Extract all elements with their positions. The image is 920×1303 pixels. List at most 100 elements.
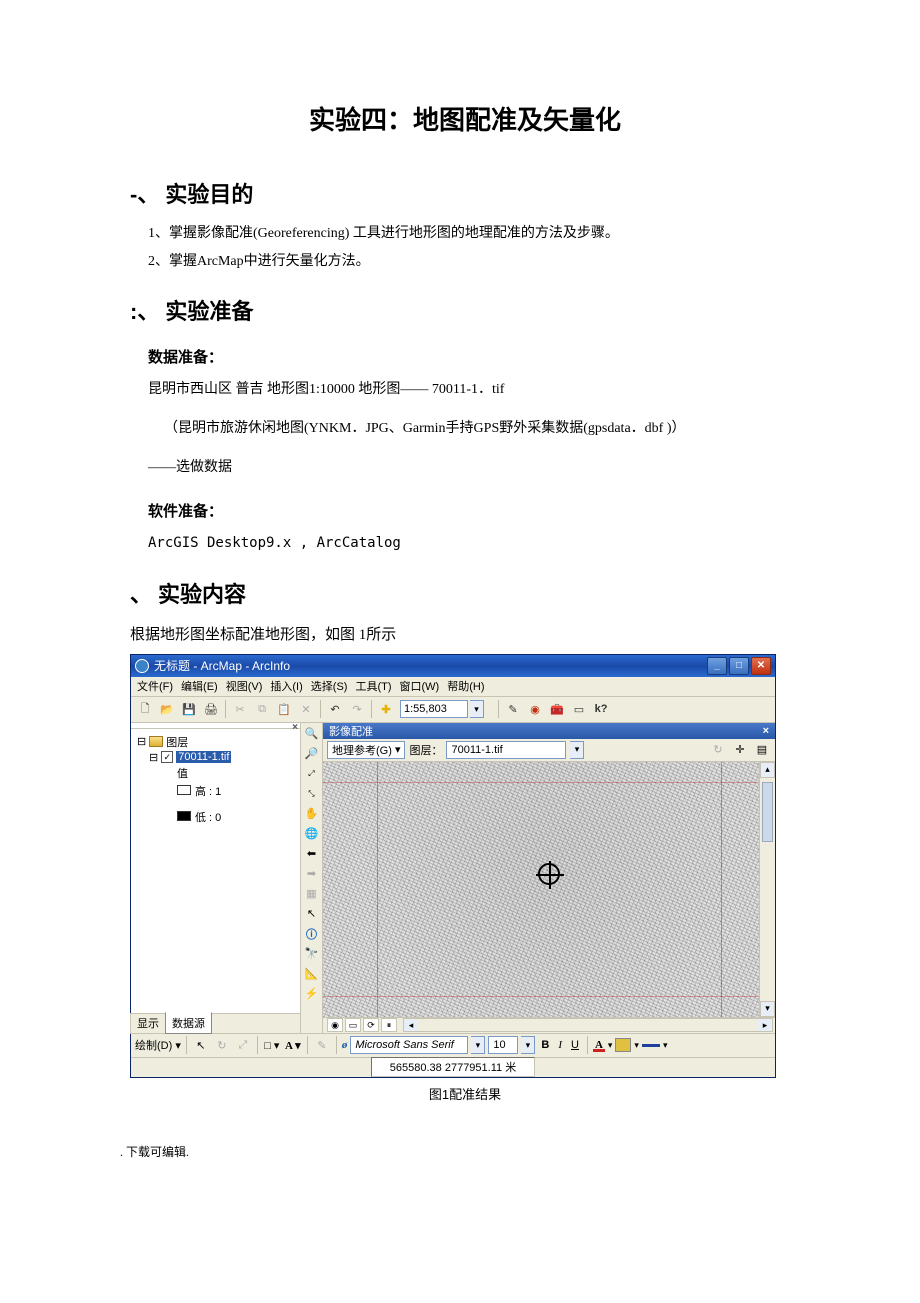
tree-collapse-icon[interactable]: ⊟ bbox=[149, 751, 158, 764]
cut-icon[interactable]: ✂ bbox=[230, 699, 250, 719]
pause-draw-icon[interactable]: ⏸ bbox=[381, 1018, 397, 1032]
toc-layer-row[interactable]: ⊟ ✓ 70011-1.tif bbox=[149, 751, 294, 764]
georef-bar-title: 影像配准 bbox=[329, 723, 373, 739]
size-dropdown-icon[interactable]: ▾ bbox=[521, 1036, 535, 1054]
menu-help[interactable]: 帮助(H) bbox=[447, 678, 484, 694]
map-viewport[interactable]: ▴ ▾ bbox=[323, 761, 775, 1017]
save-icon[interactable]: 💾 bbox=[179, 699, 199, 719]
redo-icon[interactable]: ↷ bbox=[347, 699, 367, 719]
menu-window[interactable]: 窗口(W) bbox=[400, 678, 440, 694]
font-dropdown-icon[interactable]: ▾ bbox=[471, 1036, 485, 1054]
fixed-zoom-out-icon[interactable]: ⤡ bbox=[303, 785, 321, 803]
new-text-icon[interactable]: A ▾ bbox=[284, 1036, 302, 1054]
menu-insert[interactable]: 插入(I) bbox=[270, 678, 302, 694]
menu-view[interactable]: 视图(V) bbox=[226, 678, 263, 694]
font-color-dropdown-icon[interactable]: ▾ bbox=[608, 1040, 613, 1051]
font-color-button[interactable]: A bbox=[593, 1039, 605, 1051]
data-prep-heading: 数据准备： bbox=[148, 346, 800, 367]
close-button[interactable]: ✕ bbox=[751, 657, 771, 675]
menu-tools[interactable]: 工具(T) bbox=[355, 678, 391, 694]
copy-icon[interactable]: ⧉ bbox=[252, 699, 272, 719]
add-data-icon[interactable]: ✚ bbox=[376, 699, 396, 719]
command-line-icon[interactable]: ▭ bbox=[569, 699, 589, 719]
high-swatch bbox=[177, 785, 191, 795]
rotate-icon[interactable]: ↻ bbox=[709, 741, 727, 759]
scroll-left-icon[interactable]: ◂ bbox=[404, 1019, 418, 1031]
toc-tab-source[interactable]: 数据源 bbox=[165, 1012, 212, 1034]
rotate-element-icon[interactable]: ↻ bbox=[213, 1036, 231, 1054]
vertical-scrollbar[interactable]: ▴ ▾ bbox=[759, 762, 775, 1017]
undo-icon[interactable]: ↶ bbox=[325, 699, 345, 719]
new-rectangle-icon[interactable]: □ ▾ bbox=[263, 1036, 281, 1054]
font-combo[interactable]: Microsoft Sans Serif bbox=[350, 1036, 468, 1054]
pan-icon[interactable]: ✋ bbox=[303, 805, 321, 823]
identify-icon[interactable]: ⓘ bbox=[303, 925, 321, 943]
line-color-button[interactable] bbox=[642, 1044, 660, 1047]
map-center-marker-icon bbox=[538, 863, 560, 885]
line-color-dropdown-icon[interactable]: ▾ bbox=[663, 1040, 668, 1051]
scroll-down-icon[interactable]: ▾ bbox=[760, 1001, 775, 1017]
help-icon[interactable]: k? bbox=[591, 699, 611, 719]
menu-select[interactable]: 选择(S) bbox=[311, 678, 348, 694]
scroll-up-icon[interactable]: ▴ bbox=[760, 762, 775, 778]
toc-tabs: 显示 数据源 bbox=[131, 1013, 300, 1033]
drawing-menu[interactable]: 绘制(D) ▾ bbox=[135, 1037, 181, 1053]
window-title-bar[interactable]: 无标题 - ArcMap - ArcInfo _ □ ✕ bbox=[131, 655, 775, 677]
arccatalog-icon[interactable]: ◉ bbox=[525, 699, 545, 719]
georef-layer-combo[interactable]: 70011-1.tif bbox=[446, 741, 566, 759]
measure-icon[interactable]: 📐 bbox=[303, 965, 321, 983]
layer-visibility-checkbox[interactable]: ✓ bbox=[161, 751, 173, 763]
arcmap-window: 无标题 - ArcMap - ArcInfo _ □ ✕ 文件(F) 编辑(E)… bbox=[130, 654, 776, 1078]
toc-tab-display[interactable]: 显示 bbox=[130, 1013, 166, 1034]
find-icon[interactable]: 🔭 bbox=[303, 945, 321, 963]
editor-toolbar-icon[interactable]: ✎ bbox=[503, 699, 523, 719]
zoom-in-icon[interactable]: 🔍 bbox=[303, 725, 321, 743]
prev-extent-icon[interactable]: ⬅ bbox=[303, 845, 321, 863]
georeferencing-toolbar: 地理参考(G) ▾ 图层： 70011-1.tif ▾ ↻ ✛ ▤ bbox=[323, 739, 775, 761]
select-features-icon[interactable]: ▦ bbox=[303, 885, 321, 903]
print-icon[interactable]: 🖨 bbox=[201, 699, 221, 719]
scale-dropdown-icon[interactable]: ▾ bbox=[470, 700, 484, 718]
full-extent-icon[interactable]: 🌐 bbox=[303, 825, 321, 843]
scroll-right-icon[interactable]: ▸ bbox=[758, 1019, 772, 1031]
refresh-icon[interactable]: ⟳ bbox=[363, 1018, 379, 1032]
horizontal-scrollbar[interactable]: ◂ ▸ bbox=[403, 1018, 773, 1032]
font-size-combo[interactable]: 10 bbox=[488, 1036, 518, 1054]
edit-vertices-icon[interactable]: ✎ bbox=[313, 1036, 331, 1054]
delete-icon[interactable]: ✕ bbox=[296, 699, 316, 719]
paste-icon[interactable]: 📋 bbox=[274, 699, 294, 719]
new-doc-icon[interactable]: 🗋 bbox=[135, 699, 155, 719]
toc-high-row: 高 : 1 bbox=[177, 783, 294, 799]
georef-menu-button[interactable]: 地理参考(G) ▾ bbox=[327, 741, 405, 759]
georef-close-icon[interactable]: × bbox=[763, 725, 769, 737]
maximize-button[interactable]: □ bbox=[729, 657, 749, 675]
layout-view-icon[interactable]: ▭ bbox=[345, 1018, 361, 1032]
underline-button[interactable]: U bbox=[568, 1039, 582, 1051]
menu-edit[interactable]: 编辑(E) bbox=[181, 678, 218, 694]
toc-close-icon[interactable]: × bbox=[292, 722, 298, 733]
zoom-out-icon[interactable]: 🔎 bbox=[303, 745, 321, 763]
tree-collapse-icon[interactable]: ⊟ bbox=[137, 735, 146, 748]
fixed-zoom-in-icon[interactable]: ⤢ bbox=[303, 765, 321, 783]
data-view-icon[interactable]: ◉ bbox=[327, 1018, 343, 1032]
bold-button[interactable]: B bbox=[538, 1039, 552, 1051]
open-icon[interactable]: 📂 bbox=[157, 699, 177, 719]
toc-root-row[interactable]: ⊟ 图层 bbox=[137, 734, 294, 750]
arctoolbox-icon[interactable]: 🧰 bbox=[547, 699, 567, 719]
select-elements-icon[interactable]: ↖ bbox=[192, 1036, 210, 1054]
add-control-points-icon[interactable]: ✛ bbox=[731, 741, 749, 759]
view-link-table-icon[interactable]: ▤ bbox=[753, 741, 771, 759]
minimize-button[interactable]: _ bbox=[707, 657, 727, 675]
italic-button[interactable]: I bbox=[555, 1039, 565, 1051]
georef-layer-dropdown-icon[interactable]: ▾ bbox=[570, 741, 584, 759]
georeferencing-titlebar[interactable]: 影像配准 × bbox=[323, 723, 775, 739]
menu-file[interactable]: 文件(F) bbox=[137, 678, 173, 694]
hyperlink-icon[interactable]: ⚡ bbox=[303, 985, 321, 1003]
fill-color-button[interactable] bbox=[615, 1038, 631, 1052]
next-extent-icon[interactable]: ➡ bbox=[303, 865, 321, 883]
select-elements-icon[interactable]: ↖ bbox=[303, 905, 321, 923]
zoom-to-selected-icon[interactable]: ⤢ bbox=[234, 1036, 252, 1054]
scroll-thumb[interactable] bbox=[762, 782, 773, 842]
scale-input[interactable]: 1:55,803 bbox=[400, 700, 468, 718]
fill-color-dropdown-icon[interactable]: ▾ bbox=[634, 1040, 639, 1051]
